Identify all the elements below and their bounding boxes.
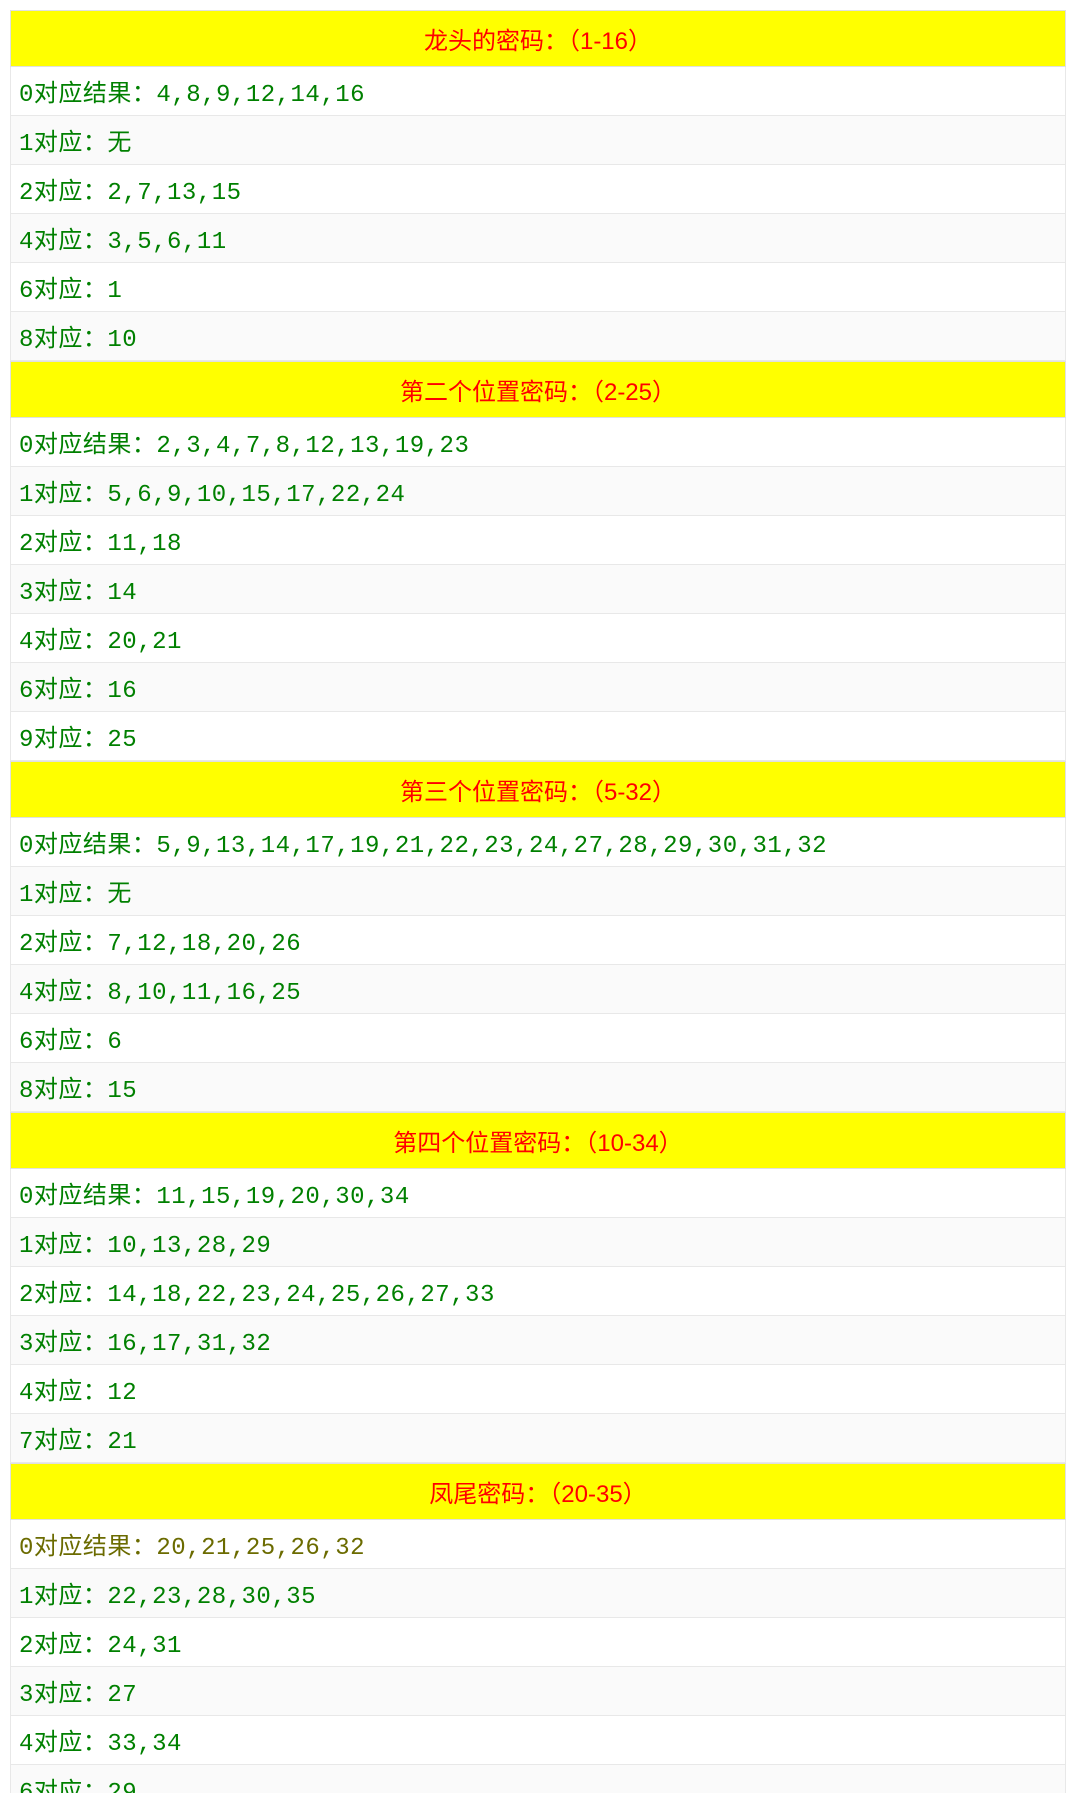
section-1: 第二个位置密码：（2-25）0对应结果：2,3,4,7,8,12,13,19,2…: [10, 361, 1066, 761]
data-row: 6对应：29: [10, 1765, 1066, 1793]
data-row: 1对应：10,13,28,29: [10, 1218, 1066, 1267]
data-row: 9对应：25: [10, 712, 1066, 761]
data-row: 4对应：33,34: [10, 1716, 1066, 1765]
section-0: 龙头的密码：（1-16）0对应结果：4,8,9,12,14,161对应：无2对应…: [10, 10, 1066, 361]
section-header: 第四个位置密码：（10-34）: [10, 1112, 1066, 1169]
sections-root: 龙头的密码：（1-16）0对应结果：4,8,9,12,14,161对应：无2对应…: [10, 10, 1066, 1793]
data-row: 7对应：21: [10, 1414, 1066, 1463]
section-3: 第四个位置密码：（10-34）0对应结果：11,15,19,20,30,341对…: [10, 1112, 1066, 1463]
data-row: 6对应：16: [10, 663, 1066, 712]
data-row: 2对应：14,18,22,23,24,25,26,27,33: [10, 1267, 1066, 1316]
data-row: 0对应结果：5,9,13,14,17,19,21,22,23,24,27,28,…: [10, 818, 1066, 867]
section-header: 第三个位置密码：（5-32）: [10, 761, 1066, 818]
data-row: 1对应：5,6,9,10,15,17,22,24: [10, 467, 1066, 516]
data-row: 2对应：2,7,13,15: [10, 165, 1066, 214]
data-row: 3对应：27: [10, 1667, 1066, 1716]
data-row: 0对应结果：20,21,25,26,32: [10, 1520, 1066, 1569]
section-header: 第二个位置密码：（2-25）: [10, 361, 1066, 418]
data-row: 1对应：无: [10, 867, 1066, 916]
data-row: 6对应：1: [10, 263, 1066, 312]
data-row: 6对应：6: [10, 1014, 1066, 1063]
section-header: 龙头的密码：（1-16）: [10, 10, 1066, 67]
data-row: 2对应：7,12,18,20,26: [10, 916, 1066, 965]
data-row: 2对应：24,31: [10, 1618, 1066, 1667]
data-row: 3对应：14: [10, 565, 1066, 614]
data-row: 4对应：8,10,11,16,25: [10, 965, 1066, 1014]
data-row: 0对应结果：2,3,4,7,8,12,13,19,23: [10, 418, 1066, 467]
page-container: 龙头的密码：（1-16）0对应结果：4,8,9,12,14,161对应：无2对应…: [0, 0, 1076, 1793]
data-row: 0对应结果：11,15,19,20,30,34: [10, 1169, 1066, 1218]
data-row: 1对应：22,23,28,30,35: [10, 1569, 1066, 1618]
data-row: 4对应：20,21: [10, 614, 1066, 663]
data-row: 2对应：11,18: [10, 516, 1066, 565]
data-row: 3对应：16,17,31,32: [10, 1316, 1066, 1365]
section-2: 第三个位置密码：（5-32）0对应结果：5,9,13,14,17,19,21,2…: [10, 761, 1066, 1112]
section-header: 凤尾密码：（20-35）: [10, 1463, 1066, 1520]
data-row: 4对应：3,5,6,11: [10, 214, 1066, 263]
data-row: 8对应：10: [10, 312, 1066, 361]
data-row: 0对应结果：4,8,9,12,14,16: [10, 67, 1066, 116]
section-4: 凤尾密码：（20-35）0对应结果：20,21,25,26,321对应：22,2…: [10, 1463, 1066, 1793]
data-row: 8对应：15: [10, 1063, 1066, 1112]
data-row: 4对应：12: [10, 1365, 1066, 1414]
data-row: 1对应：无: [10, 116, 1066, 165]
